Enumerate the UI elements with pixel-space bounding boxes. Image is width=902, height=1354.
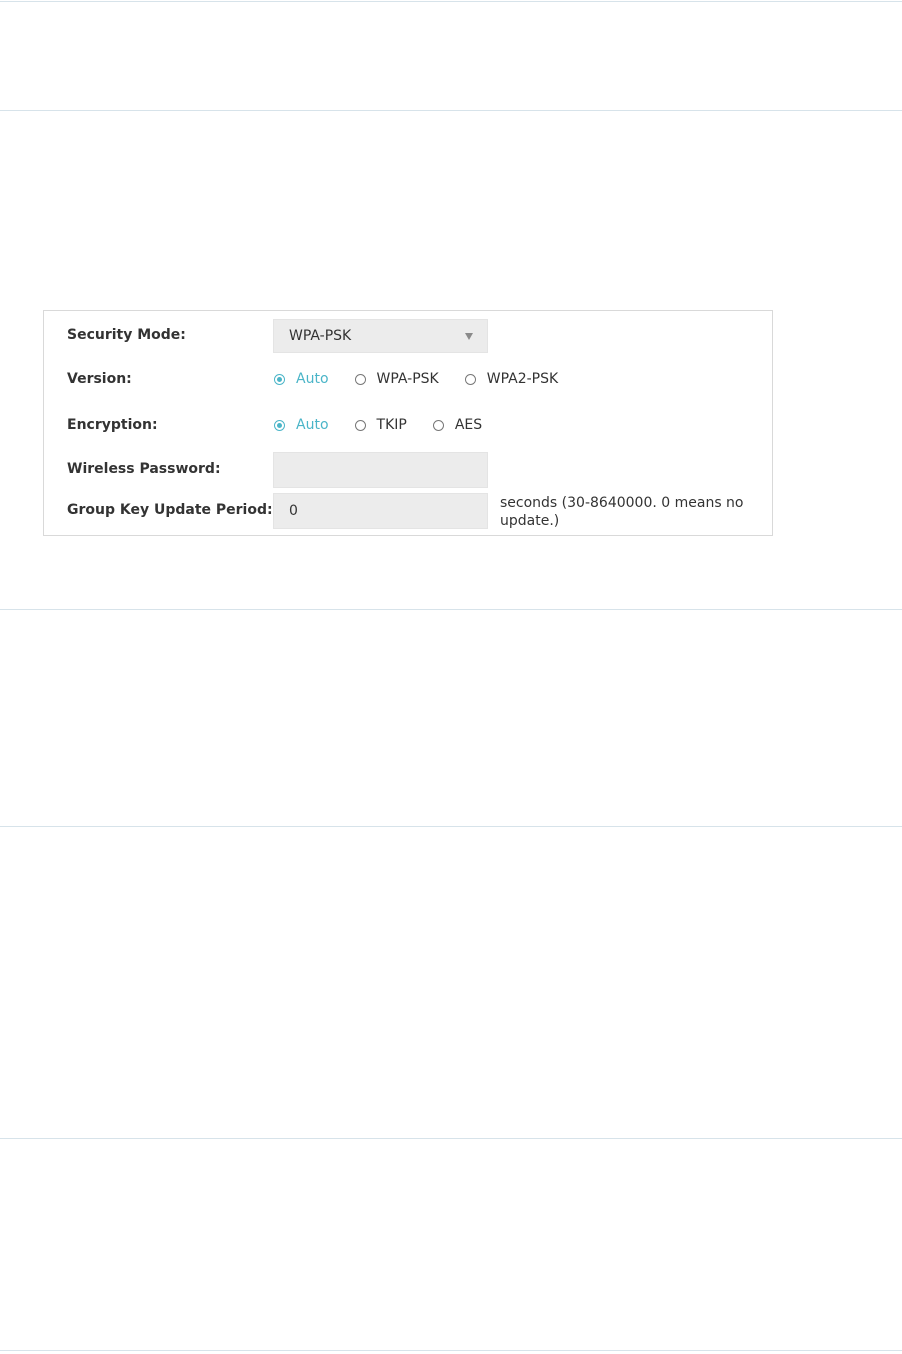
- version-radio-wpa2-psk[interactable]: WPA2-PSK: [464, 371, 559, 387]
- encryption-radio-aes[interactable]: AES: [432, 417, 483, 433]
- radio-unselected-icon: [354, 373, 366, 385]
- encryption-option-label: TKIP: [376, 417, 407, 433]
- divider-line: [0, 609, 902, 610]
- radio-selected-icon: [274, 373, 285, 385]
- security-mode-select[interactable]: WPA-PSK: [273, 319, 488, 353]
- wireless-password-input[interactable]: [273, 452, 488, 488]
- wireless-password-label: Wireless Password:: [67, 461, 221, 477]
- divider-line: [0, 1, 902, 2]
- encryption-option-label: Auto: [296, 417, 329, 433]
- encryption-radio-group: Auto TKIP AES: [274, 417, 508, 433]
- divider-line: [0, 1350, 902, 1351]
- version-radio-wpa-psk[interactable]: WPA-PSK: [354, 371, 439, 387]
- group-key-hint: seconds (30-8640000. 0 means no update.): [500, 495, 744, 529]
- group-key-update-period-input[interactable]: 0: [273, 493, 488, 529]
- encryption-option-label: AES: [454, 417, 483, 433]
- encryption-radio-auto[interactable]: Auto: [274, 417, 329, 433]
- group-key-update-period-label: Group Key Update Period:: [67, 502, 273, 518]
- radio-selected-icon: [274, 419, 285, 431]
- security-mode-value: WPA-PSK: [289, 328, 352, 344]
- version-radio-group: Auto WPA-PSK WPA2-PSK: [274, 371, 584, 387]
- divider-line: [0, 826, 902, 827]
- version-label: Version:: [67, 371, 132, 387]
- encryption-label: Encryption:: [67, 417, 158, 433]
- version-option-label: Auto: [296, 371, 329, 387]
- radio-unselected-icon: [354, 419, 366, 431]
- radio-unselected-icon: [432, 419, 444, 431]
- security-mode-label: Security Mode:: [67, 327, 186, 343]
- radio-unselected-icon: [464, 373, 476, 385]
- wireless-security-panel: Security Mode: WPA-PSK Version: Auto WPA…: [43, 310, 773, 536]
- version-option-label: WPA-PSK: [376, 371, 439, 387]
- encryption-radio-tkip[interactable]: TKIP: [354, 417, 407, 433]
- divider-line: [0, 1138, 902, 1139]
- divider-line: [0, 110, 902, 111]
- version-option-label: WPA2-PSK: [486, 371, 559, 387]
- version-radio-auto[interactable]: Auto: [274, 371, 329, 387]
- chevron-down-icon: [465, 333, 473, 340]
